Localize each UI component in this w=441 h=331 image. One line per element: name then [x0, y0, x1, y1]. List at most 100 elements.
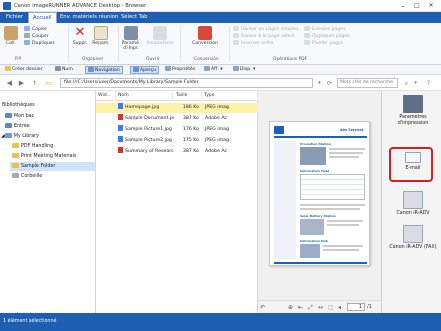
folder-icon [5, 66, 11, 71]
up-folder-icon[interactable]: ↑ [30, 79, 39, 88]
split-at-page-button[interactable]: Diviser à la page sélect. [233, 33, 303, 40]
zoom-in-icon[interactable]: ⊕ [288, 304, 293, 311]
reverse-order-button[interactable]: Inverser ordre [233, 40, 303, 47]
file-type: JPEG imag [205, 105, 230, 110]
tab-meeting-materials[interactable]: Env. matériels réunion [56, 12, 122, 23]
navigation-pane: Bibliothèques Mon bac Entrée ◢ My Library… [0, 91, 96, 313]
help-icon[interactable]: ? [424, 79, 433, 88]
doc-heading: Aire Services [340, 128, 364, 132]
canon-ir-adv-button[interactable]: Canon iR-ADV [388, 191, 438, 217]
tray-icon [5, 113, 12, 118]
preview-label: Aperçu [140, 68, 157, 73]
previous-page-icon[interactable]: ◂ [338, 304, 341, 311]
rotate-pages-button[interactable]: Pivoter pages [304, 40, 364, 47]
tree-item-label: Mon bac [14, 114, 35, 119]
address-dropdown-icon[interactable]: ▾ [315, 79, 324, 88]
create-folder-button[interactable]: Créer dossier [3, 66, 45, 74]
split-icon [233, 26, 239, 31]
file-size: 175 Ko [182, 138, 199, 143]
inbox-icon [5, 123, 12, 128]
tree-item-label: Print Meeting Materials [21, 154, 77, 159]
rotate-icon [304, 40, 310, 45]
tree-item-my-library[interactable]: ◢ My Library [1, 132, 96, 141]
address-bar[interactable]: file:///C:/Users/user/Documents/My Libra… [60, 78, 313, 88]
duplicate-pages-button[interactable]: Dupliquer pages [304, 33, 364, 40]
copy-button[interactable]: Copier [24, 26, 60, 33]
fit-page-icon[interactable]: ⤢ [308, 304, 313, 312]
column-name[interactable]: Nom [116, 91, 173, 101]
display-button[interactable]: Disp. ▾ [231, 66, 257, 74]
delete-button[interactable]: ✕ Suppr. [72, 26, 88, 47]
annotations-button[interactable]: Annotations [146, 26, 174, 46]
minimize-button[interactable]: – [397, 1, 409, 11]
table-row[interactable]: Sample Document.pdf 387 Ko Adobe Ac [96, 114, 258, 124]
view-label: Aff. [211, 67, 219, 72]
canon-ir-adv-fax-button[interactable]: Canon iR-ADV (FAX) [388, 225, 438, 251]
doc-text-line [323, 245, 363, 247]
close-button[interactable]: ✕ [425, 1, 437, 11]
fit-width-icon[interactable]: ↔ [318, 304, 323, 311]
search-icon[interactable]: ⌕ [402, 79, 411, 88]
tree-root-libraries[interactable]: Bibliothèques [2, 101, 97, 110]
file-name-cell: Summary of Research.pdf [118, 147, 174, 157]
logo-icon [274, 126, 284, 134]
tab-select[interactable]: Sélect Tab [117, 12, 151, 23]
search-options-icon[interactable]: ▾ [411, 79, 420, 88]
column-type[interactable]: Type [202, 91, 258, 101]
rotate-left-icon[interactable]: ↶ [260, 304, 265, 311]
conversion-button[interactable]: Conversion [189, 26, 221, 46]
file-name: Sample Picture1.jpg [125, 127, 172, 132]
email-label: E-mail [405, 166, 421, 171]
tree-root-label: Bibliothèques [2, 103, 35, 108]
email-button[interactable]: E-mail [388, 152, 438, 172]
column-width[interactable]: Wid... [96, 91, 116, 101]
preview-toolbar: ↶ ⊕ ⇤ ⤢ ↔ ⬚ ◂ 1 /1 [258, 300, 381, 313]
back-icon[interactable]: ◀ [5, 79, 14, 88]
page-number-input[interactable]: 1 [347, 303, 365, 311]
search-input[interactable]: Mots clés de recherche [337, 78, 398, 88]
print-settings-button[interactable]: Paramè. d'impr. [121, 26, 141, 51]
maximize-button[interactable]: □ [411, 1, 423, 11]
scan-button[interactable]: Num. [53, 66, 76, 74]
doc-section-2: Information Field [300, 169, 330, 173]
forward-icon[interactable]: ▶ [17, 79, 26, 88]
table-row[interactable]: Sample Picture1.jpg 176 Ko JPEG imag [96, 125, 258, 135]
tree-item-sample-folder[interactable]: Sample Folder [10, 162, 95, 171]
duplicate-button[interactable]: Dupliquer [24, 40, 60, 47]
properties-icon [165, 66, 171, 71]
tree-item-corbeille[interactable]: Corbeille [12, 172, 107, 181]
jpg-file-icon [118, 136, 123, 142]
actual-size-icon[interactable]: ⬚ [328, 304, 334, 311]
navigation-toggle[interactable]: Navigation [85, 66, 123, 74]
paste-label: Coll. [5, 41, 17, 46]
printer-icon [124, 26, 138, 40]
file-list-header: Wid... Nom Taille Type [96, 91, 258, 101]
preview-icon [133, 67, 139, 72]
tree-item-entree[interactable]: Entrée [5, 122, 100, 131]
tab-fichier[interactable]: Fichier [2, 12, 27, 23]
cut-button[interactable]: Couper [24, 33, 60, 40]
create-folder-label: Créer dossier [12, 67, 43, 72]
tab-accueil[interactable]: Accueil [28, 12, 57, 23]
preview-toggle[interactable]: Aperçu [130, 66, 160, 74]
tree-item-mon-bac[interactable]: Mon bac [5, 112, 100, 121]
refresh-icon[interactable]: ⟳ [325, 79, 334, 88]
table-row[interactable]: Summary of Research.pdf 387 Ko Adobe Ac [96, 147, 258, 157]
table-row[interactable]: Homepage.jpg 186 Ko JPEG imag [96, 103, 258, 113]
print-settings-output-button[interactable]: Paramètres d'impression [388, 95, 438, 126]
paste-button[interactable]: Coll. [3, 26, 19, 46]
properties-button[interactable]: Propriétés [163, 66, 197, 74]
extract-pages-button[interactable]: Extraire pages [304, 26, 364, 33]
split-single-pages-button[interactable]: Diviser en pages simples [233, 26, 303, 33]
tree-item-pdf-handling[interactable]: PDF Handling [12, 142, 107, 151]
file-type: Adobe Ac [205, 116, 228, 121]
rename-button[interactable]: Renom. [92, 26, 110, 46]
folder-icon: ▭ [45, 79, 52, 87]
tree-item-print-meeting[interactable]: Print Meeting Materials [12, 152, 107, 161]
column-size[interactable]: Taille [174, 91, 202, 101]
doc-photo [300, 147, 326, 165]
first-page-icon[interactable]: ⇤ [298, 304, 303, 311]
view-button[interactable]: Aff. ▾ [202, 66, 225, 74]
table-row[interactable]: Sample Picture2.jpg 175 Ko JPEG imag [96, 136, 258, 146]
ribbon-divider [118, 26, 119, 62]
